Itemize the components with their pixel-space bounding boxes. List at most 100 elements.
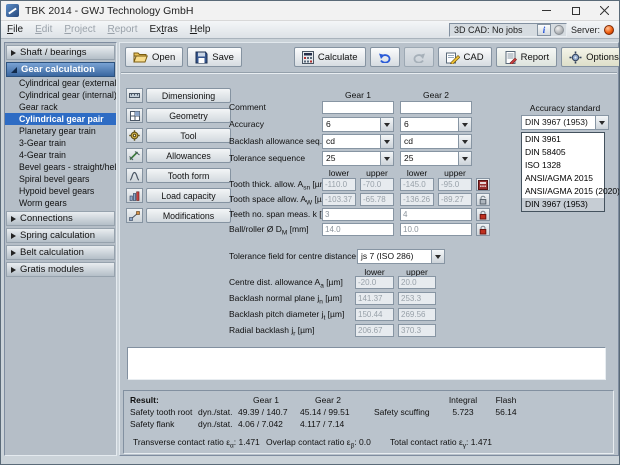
safety-scuffing-label: Safety scuffing: [374, 407, 430, 417]
teeth-span-lock-button[interactable]: [476, 208, 490, 221]
tooth-thick-upper1-field: -70.0: [360, 178, 394, 191]
title-bar: TBK 2014 - GWJ Technology GmbH: [1, 1, 619, 21]
save-button[interactable]: Save: [187, 47, 242, 67]
report-button[interactable]: Report: [496, 47, 558, 67]
nav-tooth-form-button[interactable]: Tooth form: [146, 168, 231, 183]
ball-roller-gear2-input[interactable]: 10.0: [400, 223, 472, 236]
undo-button[interactable]: [370, 47, 400, 67]
accuracy-standard-select[interactable]: DIN 3967 (1953): [521, 115, 609, 130]
dropdown-option-selected[interactable]: DIN 3967 (1953): [522, 198, 604, 211]
maximize-button[interactable]: [561, 1, 590, 20]
options-button[interactable]: Options: [561, 47, 620, 67]
tolerance-seq-gear2-select[interactable]: 25: [400, 151, 472, 166]
radial-backlash-upper-field: 370.3: [398, 324, 436, 337]
backlash-seq-gear2-select[interactable]: cd: [400, 134, 472, 149]
dimensioning-icon[interactable]: [126, 88, 143, 103]
accuracy-gear2-select[interactable]: 6: [400, 117, 472, 132]
cad-status-box: 3D CAD: No jobs i: [449, 23, 567, 37]
sidebar-item-cylindrical-gear-internal[interactable]: Cylindrical gear (internal): [5, 89, 116, 101]
chevron-down-icon[interactable]: [595, 116, 608, 129]
sidebar-item-worm-gears[interactable]: Worm gears: [5, 197, 116, 209]
sidebar-section-gear-calculation[interactable]: Gear calculation: [6, 62, 115, 77]
teeth-span-gear2-input[interactable]: 4: [400, 208, 472, 221]
toolbar-separator: [121, 72, 617, 74]
sidebar-item-gear-rack[interactable]: Gear rack: [5, 101, 116, 113]
undo-icon: [378, 52, 392, 63]
dropdown-option[interactable]: DIN 58405: [522, 146, 604, 159]
chevron-down-icon[interactable]: [380, 118, 393, 131]
safety-flank-mode: dyn./stat.: [198, 419, 233, 429]
sidebar-item-cylindrical-gear-pair[interactable]: Cylindrical gear pair: [5, 113, 116, 125]
tooth-space-lock-button[interactable]: [476, 193, 490, 206]
geometry-icon[interactable]: [126, 108, 143, 123]
sidebar-item-hypoid-bevel-gears[interactable]: Hypoid bevel gears: [5, 185, 116, 197]
sidebar-section-spring-calculation[interactable]: Spring calculation: [6, 228, 115, 243]
minimize-button[interactable]: [532, 1, 561, 20]
chevron-down-icon[interactable]: [458, 152, 471, 165]
nav-geometry-button[interactable]: Geometry: [146, 108, 231, 123]
allowances-icon[interactable]: [126, 148, 143, 163]
chevron-down-icon[interactable]: [458, 118, 471, 131]
nav-dimensioning-button[interactable]: Dimensioning: [146, 88, 231, 103]
tooth-thick-upper2-field: -95.0: [438, 178, 472, 191]
result-header-gear1: Gear 1: [236, 395, 296, 405]
tooth-thick-calculator-button[interactable]: [476, 178, 490, 191]
transverse-contact-ratio: Transverse contact ratio εα: 1.471: [133, 437, 260, 450]
safety-tooth-root-mode: dyn./stat.: [198, 407, 233, 417]
sidebar-item-spiral-bevel-gears[interactable]: Spiral bevel gears: [5, 173, 116, 185]
modifications-icon[interactable]: [126, 208, 143, 223]
menu-help[interactable]: Help: [184, 22, 217, 38]
window-title: TBK 2014 - GWJ Technology GmbH: [25, 5, 193, 17]
tooth-space-lower2-field: -136.26: [400, 193, 434, 206]
tooth-form-icon[interactable]: [126, 168, 143, 183]
sidebar-item-planetary-gear-train[interactable]: Planetary gear train: [5, 125, 116, 137]
open-button[interactable]: Open: [125, 47, 183, 67]
result-panel: Result: Gear 1 Gear 2 Integral Flash Saf…: [123, 390, 614, 454]
chevron-down-icon[interactable]: [380, 135, 393, 148]
info-button[interactable]: i: [537, 24, 551, 36]
calculator-small-icon: [478, 180, 488, 190]
teeth-span-gear1-input[interactable]: 3: [322, 208, 394, 221]
server-label: Server:: [571, 25, 600, 35]
close-button[interactable]: [590, 1, 619, 20]
backlash-seq-gear1-select[interactable]: cd: [322, 134, 394, 149]
sidebar-item-bevel-gears[interactable]: Bevel gears - straight/helical: [5, 161, 116, 173]
load-capacity-icon[interactable]: [126, 188, 143, 203]
sidebar-section-belt-calculation[interactable]: Belt calculation: [6, 245, 115, 260]
centre-dist-lower-field: -20.0: [355, 276, 394, 289]
calculate-button[interactable]: Calculate: [294, 47, 366, 67]
menu-project: Project: [58, 22, 101, 38]
chevron-down-icon[interactable]: [380, 152, 393, 165]
dropdown-option[interactable]: ISO 1328: [522, 159, 604, 172]
sidebar-item-3-gear-train[interactable]: 3-Gear train: [5, 137, 116, 149]
tooth-space-upper1-field: -65.78: [360, 193, 394, 206]
sidebar-section-gratis-modules[interactable]: Gratis modules: [6, 262, 115, 277]
dropdown-option[interactable]: DIN 3961: [522, 133, 604, 146]
chevron-down-icon[interactable]: [458, 135, 471, 148]
menu-file[interactable]: File: [1, 22, 29, 38]
centre-tolerance-select[interactable]: js 7 (ISO 286): [357, 249, 445, 264]
nav-modifications-button[interactable]: Modifications: [146, 208, 231, 223]
chevron-down-icon[interactable]: [431, 250, 444, 263]
ball-roller-lock-button[interactable]: [476, 223, 490, 236]
nav-load-capacity-button[interactable]: Load capacity: [146, 188, 231, 203]
sidebar-item-4-gear-train[interactable]: 4-Gear train: [5, 149, 116, 161]
sidebar-item-cylindrical-gear-external[interactable]: Cylindrical gear (external): [5, 77, 116, 89]
lock-closed-icon: [478, 210, 488, 220]
dropdown-option[interactable]: ANSI/AGMA 2015 (2020): [522, 185, 604, 198]
sidebar-section-shaft-bearings[interactable]: Shaft / bearings: [6, 45, 115, 60]
sidebar-section-connections[interactable]: Connections: [6, 211, 115, 226]
comment-gear1-input[interactable]: [322, 101, 394, 114]
dropdown-option[interactable]: ANSI/AGMA 2015: [522, 172, 604, 185]
nav-allowances-button[interactable]: Allowances: [146, 148, 231, 163]
total-contact-ratio: Total contact ratio εγ: 1.471: [390, 437, 492, 450]
cad-button[interactable]: CAD: [438, 47, 492, 67]
accuracy-gear1-select[interactable]: 6: [322, 117, 394, 132]
menu-extras[interactable]: Extras: [144, 22, 184, 38]
tool-gear-icon[interactable]: [126, 128, 143, 143]
backlash-seq-label: Backlash allowance seq.: [229, 135, 322, 148]
comment-gear2-input[interactable]: [400, 101, 472, 114]
tolerance-seq-gear1-select[interactable]: 25: [322, 151, 394, 166]
ball-roller-gear1-input[interactable]: 14.0: [322, 223, 394, 236]
nav-tool-button[interactable]: Tool: [146, 128, 231, 143]
